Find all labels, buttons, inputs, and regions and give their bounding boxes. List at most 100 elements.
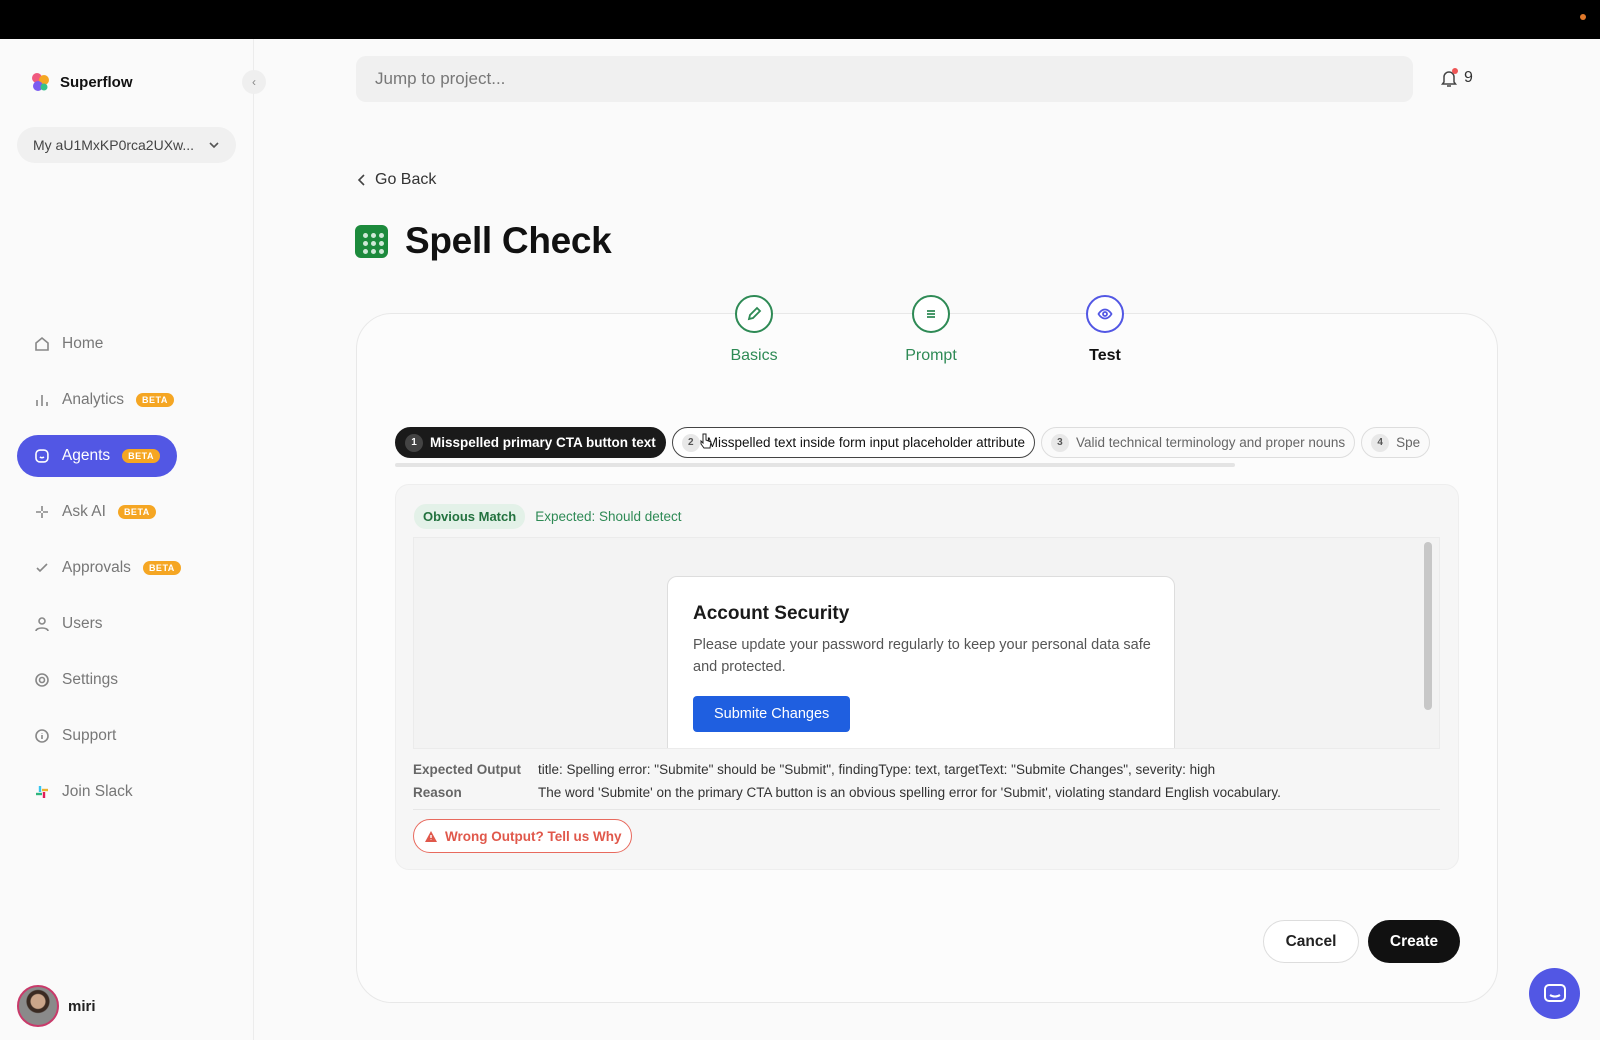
sidebar-item-label: Settings: [62, 671, 119, 688]
tab-test-case-1[interactable]: 1 Misspelled primary CTA button text: [395, 427, 666, 458]
tab-test-case-2[interactable]: 2 Misspelled text inside form input plac…: [671, 427, 1035, 458]
preview-scrollbar[interactable]: [1424, 542, 1432, 710]
sidebar: Superflow ‹ My aU1MxKP0rca2UXw... Home A…: [0, 39, 266, 1040]
sidebar-item-settings[interactable]: Settings: [17, 659, 237, 701]
sidebar-item-label: Ask AI: [62, 503, 106, 520]
chevron-down-icon: [209, 142, 219, 149]
reason-label: Reason: [413, 785, 462, 800]
cancel-button[interactable]: Cancel: [1263, 920, 1359, 963]
lines-icon: [912, 295, 950, 333]
chevron-left-icon: ‹: [252, 75, 256, 89]
expected-output-label: Expected Output: [413, 762, 522, 777]
tab-number: 1: [405, 433, 423, 452]
chat-icon: [1543, 983, 1566, 1002]
wrong-output-label: Wrong Output? Tell us Why: [445, 828, 622, 844]
test-result-panel: Obvious Match Expected: Should detect Ac…: [395, 484, 1459, 870]
bell-icon: [1440, 68, 1458, 88]
tab-label: Misspelled primary CTA button text: [430, 435, 656, 450]
sidebar-item-label: Join Slack: [62, 783, 133, 800]
sidebar-item-approvals[interactable]: Approvals BETA: [17, 547, 237, 589]
preview-heading: Account Security: [693, 603, 850, 624]
brand[interactable]: Superflow: [29, 71, 133, 93]
reason-value: The word 'Submite' on the primary CTA bu…: [538, 785, 1281, 800]
agent-icon: [35, 449, 49, 463]
info-icon: [35, 729, 49, 743]
beta-badge: BETA: [122, 449, 160, 463]
chevron-left-icon: [357, 174, 365, 186]
sidebar-item-agents[interactable]: Agents BETA: [17, 435, 177, 477]
step-test[interactable]: Test: [1045, 295, 1165, 365]
beta-badge: BETA: [136, 393, 174, 407]
go-back-label: Go Back: [375, 171, 437, 188]
sidebar-item-label: Analytics: [62, 391, 125, 408]
sidebar-item-label: Support: [62, 727, 117, 744]
warning-icon: [425, 830, 437, 842]
sidebar-item-join-slack[interactable]: Join Slack: [17, 771, 237, 813]
home-icon: [35, 336, 49, 351]
sidebar-nav: Home Analytics BETA Agents BETA Ask AI B…: [17, 323, 237, 827]
result-header: Obvious Match Expected: Should detect: [414, 504, 682, 529]
pencil-icon: [735, 295, 773, 333]
eye-icon: [1086, 295, 1124, 333]
create-button[interactable]: Create: [1368, 920, 1460, 963]
beta-badge: BETA: [117, 505, 156, 519]
brand-name: Superflow: [60, 73, 133, 91]
tabs-scrollbar[interactable]: [395, 463, 1235, 467]
tab-number: 3: [1050, 433, 1069, 452]
notification-count: 9: [1464, 69, 1473, 86]
tab-test-case-4[interactable]: 4 Spe: [1361, 427, 1431, 458]
expected-output-value: title: Spelling error: "Submite" should …: [538, 762, 1216, 777]
preview-body: Please update your password regularly to…: [693, 637, 1151, 675]
avatar: [17, 985, 59, 1027]
tab-number: 2: [681, 433, 700, 452]
sidebar-item-label: Users: [62, 615, 103, 632]
notification-dot: [1452, 68, 1458, 74]
step-basics[interactable]: Basics: [694, 295, 814, 365]
beta-badge: BETA: [142, 561, 181, 575]
rendered-preview: Account Security Please update your pass…: [413, 537, 1440, 749]
sidebar-item-users[interactable]: Users: [17, 603, 237, 645]
divider: [413, 809, 1440, 810]
step-label: Test: [1089, 347, 1121, 364]
go-back-link[interactable]: Go Back: [357, 171, 436, 189]
slack-icon: [36, 786, 48, 798]
workspace-selector[interactable]: My aU1MxKP0rca2UXw...: [17, 127, 236, 163]
match-badge: Obvious Match: [414, 504, 526, 529]
page-title: Spell Check: [405, 220, 612, 261]
os-top-bar: [0, 0, 1600, 39]
tab-test-case-3[interactable]: 3 Valid technical terminology and proper…: [1040, 427, 1356, 458]
gear-icon: [35, 673, 49, 687]
tab-label: Spe: [1396, 435, 1421, 450]
tab-label: Valid technical terminology and proper n…: [1075, 435, 1346, 450]
notifications-button[interactable]: 9: [1440, 68, 1473, 88]
bar-chart-icon: [36, 395, 48, 406]
superflow-logo-icon: [32, 73, 49, 91]
workspace-label: My aU1MxKP0rca2UXw...: [33, 137, 195, 153]
preview-card: Account Security Please update your pass…: [667, 576, 1175, 748]
search-input[interactable]: Jump to project...: [356, 56, 1413, 102]
tab-label: Misspelled text inside form input placeh…: [706, 435, 1025, 450]
user-profile[interactable]: miri: [17, 985, 96, 1027]
step-label: Prompt: [905, 347, 957, 364]
step-prompt[interactable]: Prompt: [871, 295, 991, 365]
chat-widget-button[interactable]: [1529, 968, 1580, 1019]
sidebar-item-label: Home: [62, 335, 104, 352]
step-label: Basics: [730, 347, 778, 364]
check-icon: [36, 563, 48, 573]
preview-submit-button: Submite Changes: [693, 696, 851, 732]
sidebar-item-analytics[interactable]: Analytics BETA: [17, 379, 237, 421]
page-header: Spell Check: [355, 220, 612, 262]
grid-app-icon: [355, 224, 388, 258]
search-placeholder: Jump to project...: [375, 69, 506, 88]
expected-detection: Expected: Should detect: [535, 509, 682, 524]
sidebar-item-support[interactable]: Support: [17, 715, 237, 757]
sidebar-item-home[interactable]: Home: [17, 323, 237, 365]
collapse-sidebar-button[interactable]: ‹: [242, 70, 266, 94]
sidebar-item-label: Approvals: [62, 559, 131, 576]
mouse-cursor-icon: [700, 433, 712, 449]
wrong-output-button[interactable]: Wrong Output? Tell us Why: [413, 819, 633, 853]
recording-indicator: [1580, 14, 1586, 20]
user-icon: [35, 617, 49, 632]
sidebar-item-ask-ai[interactable]: Ask AI BETA: [17, 491, 237, 533]
sidebar-item-label: Agents: [61, 447, 111, 464]
